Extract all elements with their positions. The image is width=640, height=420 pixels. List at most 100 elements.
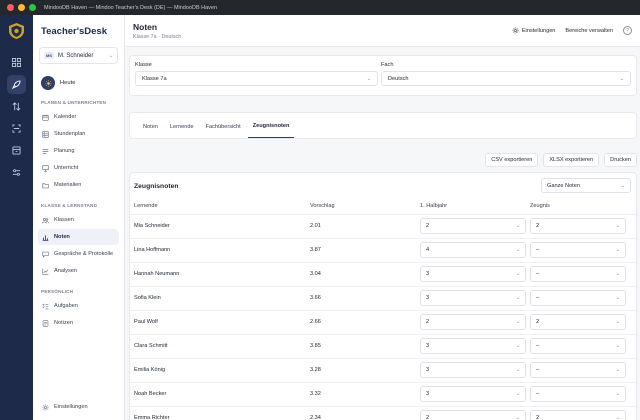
header-settings-button[interactable]: Einstellungen [512, 27, 556, 34]
tab-zeugnisnoten[interactable]: Zeugnisnoten [247, 123, 295, 138]
grades-card: Zeugnisnoten Ganze Noten ⌄ Lernende Vors… [129, 172, 637, 420]
page-title: Noten [133, 21, 158, 32]
sidebar-item-analysen[interactable]: Analysen [38, 263, 119, 279]
grade-view-value: Ganze Noten [547, 182, 580, 189]
chevron-down-icon: ⌄ [515, 223, 520, 229]
half-year-grade-select[interactable]: 3 ⌄ [420, 290, 526, 306]
half-year-grade-select[interactable]: 3 ⌄ [420, 266, 526, 282]
sidebar-item-label: Kalender [54, 114, 77, 120]
grade-suggestion: 2.66 [310, 319, 321, 325]
half-year-grade-select[interactable]: 4 ⌄ [420, 242, 526, 258]
breadcrumb: Klasse 7a · Deutsch [133, 33, 182, 40]
grades-title: Zeugnisnoten [134, 183, 179, 190]
half-year-grade-value: 4 [426, 247, 430, 253]
half-year-grade-value: 2 [426, 319, 430, 325]
sidebar-item-kalender[interactable]: Kalender [38, 109, 119, 125]
print-button[interactable]: Drucken [604, 153, 637, 167]
half-year-grade-value: 3 [426, 295, 430, 301]
sidebar-item-noten[interactable]: Noten [38, 229, 119, 245]
report-grade-select[interactable]: 2 ⌄ [530, 314, 626, 330]
presentation-icon [42, 164, 49, 172]
rail-filters-button[interactable] [7, 163, 26, 182]
sidebar-item-unterricht[interactable]: Unterricht [38, 160, 119, 176]
tab-noten[interactable]: Noten [138, 124, 163, 138]
rail-archive-button[interactable] [7, 141, 26, 160]
main-content: Noten Klasse 7a · Deutsch Einstellungen … [125, 15, 640, 420]
chevron-down-icon: ⌄ [615, 319, 620, 325]
report-grade-value: 2 [536, 223, 540, 229]
student-name: Hannah Neumann [134, 271, 180, 277]
sidebar-item-planung[interactable]: Planung [38, 143, 119, 159]
csv-export-button[interactable]: CSV exportieren [485, 153, 539, 167]
report-grade-select[interactable]: – ⌄ [530, 386, 626, 402]
half-year-grade-select[interactable]: 2 ⌄ [420, 410, 526, 420]
chevron-down-icon: ⌄ [515, 343, 520, 349]
half-year-grade-value: 2 [426, 223, 430, 229]
chevron-down-icon: ⌄ [515, 391, 520, 397]
report-grade-select[interactable]: 2 ⌄ [530, 410, 626, 420]
tab-fachuebersicht[interactable]: Fachübersicht [201, 124, 246, 138]
chevron-down-icon: ⌄ [615, 295, 620, 301]
manage-areas-button[interactable]: Bereiche verwalten [565, 28, 613, 34]
student-name: Lina Hoffmann [134, 247, 171, 253]
xlsx-export-button[interactable]: XLSX exportieren [543, 153, 600, 167]
report-grade-select[interactable]: – ⌄ [530, 338, 626, 354]
report-grade-select[interactable]: – ⌄ [530, 362, 626, 378]
subject-select[interactable]: Deutsch ⌄ [381, 71, 631, 86]
half-year-grade-select[interactable]: 2 ⌄ [420, 218, 526, 234]
app-logo-icon [9, 23, 24, 39]
close-window-button[interactable] [7, 4, 14, 11]
class-select[interactable]: Klasse 7a ⌄ [135, 71, 378, 86]
sidebar-item-gespraeche[interactable]: Gespräche & Protokolle [38, 246, 119, 262]
sidebar-item-klassen[interactable]: Klassen [38, 212, 119, 228]
rail-teaching-button[interactable] [7, 75, 26, 94]
report-grade-select[interactable]: – ⌄ [530, 290, 626, 306]
report-grade-select[interactable]: 2 ⌄ [530, 218, 626, 234]
table-row: Hannah Neumann 3.04 3 ⌄ – ⌄ [130, 262, 636, 286]
sidebar-item-label: Noten [54, 234, 70, 240]
grid-icon [12, 58, 21, 67]
sidebar-item-stundenplan[interactable]: Stundenplan [38, 126, 119, 142]
half-year-grade-select[interactable]: 3 ⌄ [420, 338, 526, 354]
sidebar-item-notizen[interactable]: Notizen [38, 315, 119, 331]
half-year-grade-select[interactable]: 3 ⌄ [420, 362, 526, 378]
sidebar-item-label: Analysen [54, 268, 78, 274]
sidebar: Teacher's Desk MS M. Schneider ⌄ Heute P… [33, 15, 125, 420]
rail-dashboard-button[interactable] [7, 53, 26, 72]
chevron-down-icon: ⌄ [620, 182, 625, 189]
subject-label: Fach [381, 62, 394, 68]
user-switcher[interactable]: MS M. Schneider ⌄ [39, 47, 118, 64]
report-grade-value: 2 [536, 319, 540, 325]
rail-scan-button[interactable] [7, 119, 26, 138]
grade-view-select[interactable]: Ganze Noten ⌄ [541, 178, 631, 193]
maximize-window-button[interactable] [29, 4, 36, 11]
sidebar-item-materialien[interactable]: Materialien [38, 177, 119, 193]
sidebar-item-heute[interactable]: Heute [41, 76, 124, 90]
report-grade-value: – [536, 247, 540, 253]
chat-icon [42, 251, 49, 258]
sidebar-settings-link[interactable]: Einstellungen [38, 399, 119, 415]
report-grade-value: – [536, 367, 540, 373]
rail-sort-button[interactable] [7, 97, 26, 116]
chevron-down-icon: ⌄ [615, 247, 620, 253]
user-initials-badge: MS [44, 52, 54, 59]
sidebar-item-aufgaben[interactable]: Aufgaben [38, 298, 119, 314]
archive-icon [12, 146, 21, 155]
tasks-icon [42, 303, 49, 309]
tab-lernende[interactable]: Lernende [165, 124, 199, 138]
window-title: MindooDB Haven — Mindoo Teacher's Desk (… [44, 4, 218, 11]
table-row: Emma Richter 2.34 2 ⌄ 2 ⌄ [130, 406, 636, 420]
half-year-grade-select[interactable]: 2 ⌄ [420, 314, 526, 330]
sliders-icon [12, 169, 21, 176]
minimize-window-button[interactable] [18, 4, 25, 11]
header-settings-label: Einstellungen [521, 27, 556, 34]
line-chart-icon [42, 268, 49, 275]
student-name: Emilia König [134, 367, 166, 373]
report-grade-value: 2 [536, 415, 540, 420]
section-label-klasse: KLASSE & LERNSTAND [41, 203, 98, 208]
half-year-grade-select[interactable]: 3 ⌄ [420, 386, 526, 402]
user-name: M. Schneider [58, 52, 94, 59]
report-grade-select[interactable]: – ⌄ [530, 242, 626, 258]
help-icon[interactable]: ? [623, 26, 632, 35]
report-grade-select[interactable]: – ⌄ [530, 266, 626, 282]
